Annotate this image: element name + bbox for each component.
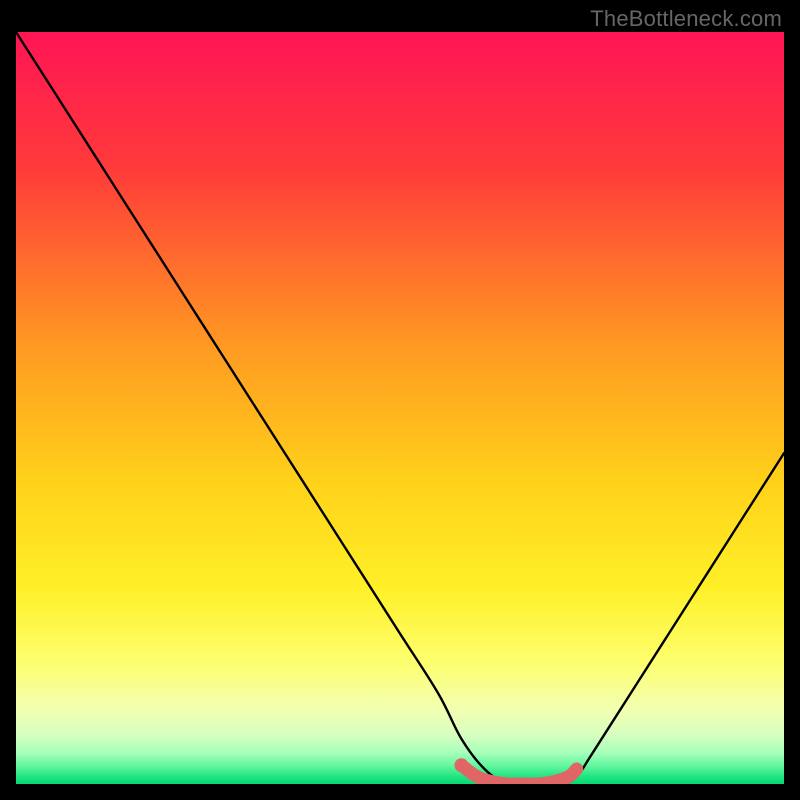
chart-frame <box>16 32 784 784</box>
optimal-start-dot <box>454 758 468 772</box>
bottleneck-chart <box>16 32 784 784</box>
marker-group <box>454 758 468 772</box>
watermark-text: TheBottleneck.com <box>590 6 782 32</box>
gradient-background <box>16 32 784 784</box>
